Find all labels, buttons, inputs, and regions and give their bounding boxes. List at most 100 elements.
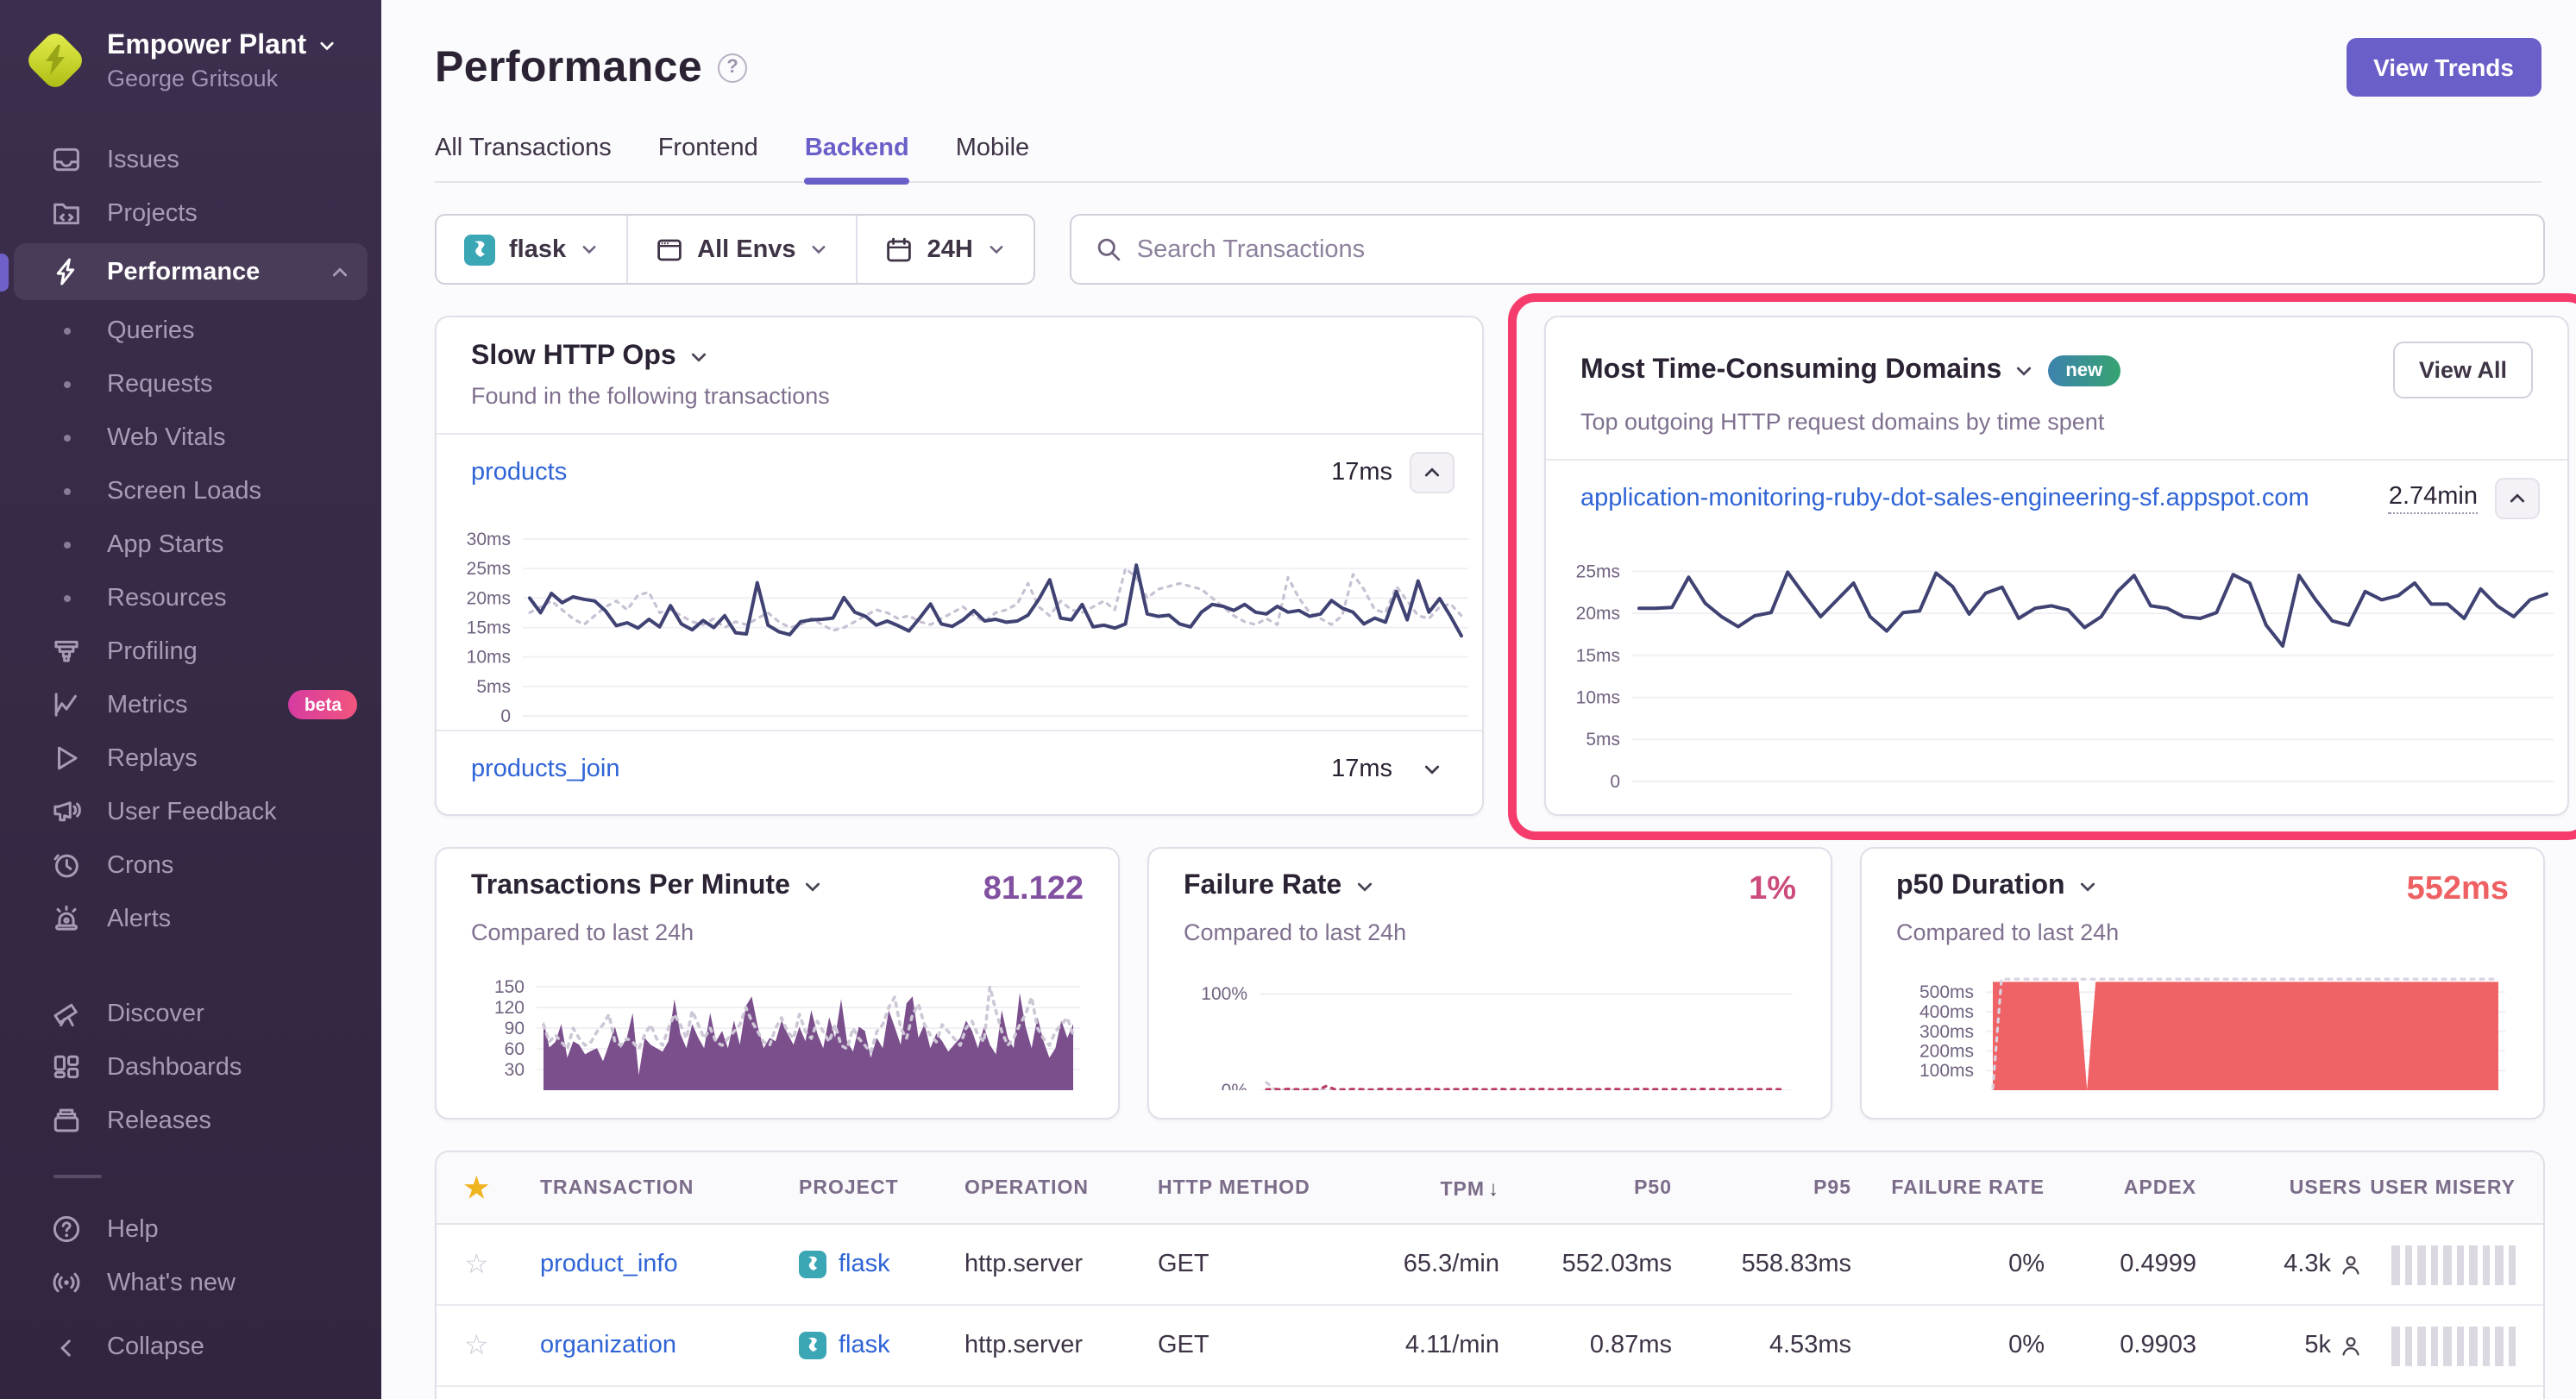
tab-mobile[interactable]: Mobile xyxy=(956,135,1029,181)
star-filled-icon[interactable]: ★ xyxy=(464,1170,540,1205)
help-circle-icon[interactable]: ? xyxy=(718,53,747,82)
star-outline-icon[interactable]: ☆ xyxy=(464,1328,540,1363)
tab-frontend[interactable]: Frontend xyxy=(658,135,758,181)
megaphone-icon xyxy=(52,797,81,826)
issues-icon xyxy=(52,145,81,174)
transaction-link[interactable]: products xyxy=(471,459,567,486)
svg-text:15ms: 15ms xyxy=(1576,646,1620,666)
sidebar-item-projects[interactable]: Projects xyxy=(0,186,381,240)
main-area: Performance ? View Trends All Transactio… xyxy=(381,0,2576,1399)
collapse-row-button[interactable] xyxy=(2495,478,2540,519)
sidebar-item-alerts[interactable]: Alerts xyxy=(0,892,381,945)
table-header-row: ★TRANSACTIONPROJECTOPERATIONHTTP METHODT… xyxy=(437,1152,2543,1225)
column-header-tpm[interactable]: TPM↓ xyxy=(1365,1176,1499,1200)
project-link[interactable]: flask xyxy=(839,1251,890,1278)
sidebar-item-web-vitals[interactable]: Web Vitals xyxy=(0,411,381,464)
svg-text:150: 150 xyxy=(494,977,525,997)
domains-chart: 25ms20ms15ms10ms5ms0 xyxy=(1546,536,2567,795)
slow-http-ops-title[interactable]: Slow HTTP Ops xyxy=(471,342,1448,373)
domains-subtitle: Top outgoing HTTP request domains by tim… xyxy=(1580,409,2533,435)
svg-text:90: 90 xyxy=(505,1019,525,1038)
transaction-link[interactable]: product_info xyxy=(540,1251,678,1278)
sort-desc-arrow-icon: ↓ xyxy=(1488,1176,1499,1200)
svg-text:15ms: 15ms xyxy=(467,618,511,638)
view-trends-button[interactable]: View Trends xyxy=(2346,38,2541,97)
transactions-per-minute-card: Transactions Per Minute 81.122 Compared … xyxy=(435,847,1120,1120)
column-header-operation[interactable]: OPERATION xyxy=(964,1177,1158,1198)
flask-project-icon xyxy=(799,1251,826,1278)
search-transactions-input[interactable] xyxy=(1137,235,2519,263)
sidebar-item-what-s-new[interactable]: What's new xyxy=(0,1256,381,1309)
dashboards-icon xyxy=(52,1052,81,1082)
column-header-transaction[interactable]: TRANSACTION xyxy=(540,1177,799,1198)
svg-text:10ms: 10ms xyxy=(467,648,511,668)
p50-duration-card: p50 Duration 552ms Compared to last 24h … xyxy=(1860,847,2545,1120)
sidebar-item-discover[interactable]: Discover xyxy=(0,987,381,1040)
tab-all-transactions[interactable]: All Transactions xyxy=(435,135,612,181)
sidebar-item-issues[interactable]: Issues xyxy=(0,133,381,186)
sidebar-item-metrics[interactable]: Metrics beta xyxy=(0,678,381,731)
sidebar-item-performance[interactable]: Performance xyxy=(14,243,368,300)
column-header-p95[interactable]: P95 xyxy=(1672,1177,1851,1198)
svg-text:300ms: 300ms xyxy=(1919,1022,1974,1042)
transaction-link[interactable]: application-monitoring-ruby-dot-sales-en… xyxy=(1580,485,2309,512)
project-filter[interactable]: flask xyxy=(437,216,626,283)
view-all-button[interactable]: View All xyxy=(2393,342,2533,398)
lightning-bolt-glyph xyxy=(38,41,72,79)
org-switcher[interactable]: Empower Plant George Gritsouk xyxy=(0,0,381,129)
column-header-apdex[interactable]: APDEX xyxy=(2045,1177,2196,1198)
sidebar-item-help[interactable]: Help xyxy=(0,1202,381,1256)
chevron-down-icon xyxy=(580,240,599,259)
failure-rate-title[interactable]: Failure Rate xyxy=(1184,871,1374,902)
sidebar-item-queries[interactable]: Queries xyxy=(0,304,381,357)
sidebar-item-requests[interactable]: Requests xyxy=(0,357,381,411)
sidebar-item-releases[interactable]: Releases xyxy=(0,1094,381,1147)
tab-backend[interactable]: Backend xyxy=(805,135,909,181)
svg-text:5ms: 5ms xyxy=(476,677,511,697)
column-header-user-misery[interactable]: USER MISERY xyxy=(2362,1177,2516,1198)
sidebar-item-dashboards[interactable]: Dashboards xyxy=(0,1040,381,1094)
svg-text:400ms: 400ms xyxy=(1919,1002,1974,1022)
new-badge: new xyxy=(2048,354,2120,386)
column-header-failure-rate[interactable]: FAILURE RATE xyxy=(1851,1177,2045,1198)
chevron-down-icon xyxy=(810,240,829,259)
app-root: Empower Plant George Gritsouk Issues Pro… xyxy=(0,0,2576,1399)
svg-text:5ms: 5ms xyxy=(1586,730,1620,750)
expand-row-button[interactable] xyxy=(1410,749,1454,790)
svg-text:25ms: 25ms xyxy=(1576,561,1620,581)
sidebar-collapse-button[interactable]: Collapse xyxy=(0,1313,381,1382)
collapse-row-button[interactable] xyxy=(1410,452,1454,493)
svg-text:30: 30 xyxy=(505,1060,525,1080)
time-range-filter[interactable]: 24H xyxy=(857,216,1034,283)
transaction-value: 17ms xyxy=(1331,459,1392,486)
chevron-down-icon xyxy=(987,240,1006,259)
table-row: ☆ organization flask http.server GET 4.1… xyxy=(437,1306,2543,1387)
environment-filter[interactable]: All Envs xyxy=(626,216,856,283)
sidebar-item-screen-loads[interactable]: Screen Loads xyxy=(0,464,381,518)
domains-title[interactable]: Most Time-Consuming Domains xyxy=(1580,354,2034,386)
svg-text:500ms: 500ms xyxy=(1919,982,1974,1002)
sidebar-item-user-feedback[interactable]: User Feedback xyxy=(0,785,381,838)
column-header-users[interactable]: USERS xyxy=(2196,1177,2362,1198)
project-filter-label: flask xyxy=(509,235,566,263)
sidebar-item-crons[interactable]: Crons xyxy=(0,838,381,892)
column-header-http-method[interactable]: HTTP METHOD xyxy=(1158,1177,1365,1198)
project-link[interactable]: flask xyxy=(839,1332,890,1359)
broadcast-icon xyxy=(52,1268,81,1297)
sidebar-nav: Issues Projects Performance Queries Requ… xyxy=(0,129,381,1313)
p50-title[interactable]: p50 Duration xyxy=(1896,871,2098,902)
column-header-project[interactable]: PROJECT xyxy=(799,1177,964,1198)
tpm-title[interactable]: Transactions Per Minute xyxy=(471,871,823,902)
sidebar-item-profiling[interactable]: Profiling xyxy=(0,624,381,678)
sidebar-item-resources[interactable]: Resources xyxy=(0,571,381,624)
table-row: ☆ product_info flask http.server GET 65.… xyxy=(437,1225,2543,1306)
p95-cell: 558.83ms xyxy=(1672,1251,1851,1278)
column-header-p50[interactable]: P50 xyxy=(1499,1177,1672,1198)
star-outline-icon[interactable]: ☆ xyxy=(464,1247,540,1282)
svg-text:0: 0 xyxy=(500,706,511,726)
sidebar-item-replays[interactable]: Replays xyxy=(0,731,381,785)
tpm-cell: 65.3/min xyxy=(1365,1251,1499,1278)
sidebar-item-app-starts[interactable]: App Starts xyxy=(0,518,381,571)
transaction-link[interactable]: organization xyxy=(540,1332,676,1359)
transaction-link[interactable]: products_join xyxy=(471,756,620,783)
